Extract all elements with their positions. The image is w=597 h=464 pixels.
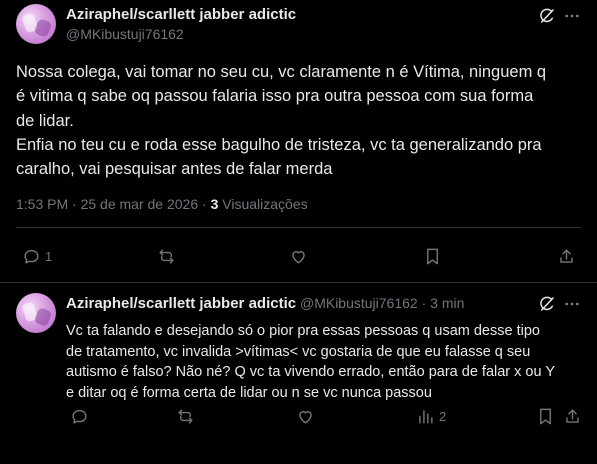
post-text-line: Enfia no teu cu e roda esse bagulho de t… (16, 135, 542, 154)
share-button[interactable] (563, 407, 582, 426)
reply-button[interactable]: 1 (22, 247, 52, 266)
meta-separator: · (202, 196, 207, 212)
like-icon (292, 251, 305, 264)
bookmark-button[interactable] (536, 407, 555, 426)
views-label[interactable]: Visualizações (222, 196, 307, 212)
more-icon[interactable] (562, 6, 582, 26)
avatar[interactable] (16, 4, 56, 44)
divider (16, 227, 581, 228)
reply-text-line: Vc ta falando e desejando só o pior pra … (66, 323, 540, 339)
reply-icon (24, 249, 39, 264)
grok-icon[interactable] (537, 6, 557, 26)
like-button[interactable] (296, 407, 319, 426)
reply-header: Aziraphel/scarllett jabber adictic @MKib… (66, 295, 464, 312)
reply-text-line: e ditar oq é forma certa de lidar ou n s… (66, 384, 432, 401)
repost-button[interactable] (157, 247, 180, 266)
reply-button[interactable] (70, 407, 93, 426)
like-icon (299, 411, 312, 424)
like-button[interactable] (289, 247, 312, 266)
views-count: 3 (210, 196, 219, 212)
reply-post[interactable]: Aziraphel/scarllett jabber adictic @MKib… (0, 283, 597, 464)
author-display-name[interactable]: Aziraphel/scarllett jabber adictic (66, 6, 296, 23)
author-handle[interactable]: @MKibustuji76162 (300, 295, 418, 311)
bookmark-icon (427, 248, 438, 265)
reply-text-line: de tratamento, vc invalida >vítimas< vc … (66, 343, 531, 360)
reply-count: 1 (45, 249, 53, 264)
post-text-line: de lidar. (16, 111, 74, 130)
meta-separator: · (72, 196, 77, 212)
reply-text: Vc ta falando e desejando só o pior pra … (66, 321, 591, 403)
repost-button[interactable] (176, 407, 199, 426)
post-date[interactable]: 25 de mar de 2026 (81, 196, 199, 212)
share-button[interactable] (557, 247, 576, 266)
bookmark-icon (540, 408, 551, 425)
grok-icon[interactable] (537, 294, 557, 314)
views-count: 2 (439, 409, 447, 424)
post-metadata: 1:53 PM · 25 de mar de 2026 · 3 Visualiz… (16, 196, 308, 212)
post-text: Nossa colega, vai tomar no seu cu, vc cl… (16, 60, 586, 181)
views-button[interactable]: 2 (416, 407, 446, 426)
repost-icon (159, 249, 174, 264)
meta-separator: · (421, 295, 427, 311)
author-display-name[interactable]: Aziraphel/scarllett jabber adictic (66, 295, 296, 312)
share-icon (566, 409, 579, 423)
main-post: Aziraphel/scarllett jabber adictic @MKib… (0, 0, 597, 283)
reply-icon (72, 409, 87, 424)
post-text-line: é vitima q sabe oq passou falaria isso p… (16, 87, 534, 106)
relative-time[interactable]: 3 min (430, 295, 464, 311)
reply-text-line: autismo é falso? Não né? Q vc ta vivendo… (66, 364, 555, 380)
bookmark-button[interactable] (423, 247, 442, 266)
post-text-line: Nossa colega, vai tomar no seu cu, vc cl… (16, 63, 547, 81)
avatar[interactable] (16, 293, 56, 333)
views-icon (419, 410, 433, 424)
post-text-line: caralho, vai pesquisar antes de falar me… (16, 160, 333, 179)
more-icon[interactable] (562, 294, 582, 314)
repost-icon (178, 409, 193, 424)
author-handle[interactable]: @MKibustuji76162 (66, 26, 184, 42)
share-icon (560, 249, 573, 263)
post-time[interactable]: 1:53 PM (16, 196, 68, 212)
